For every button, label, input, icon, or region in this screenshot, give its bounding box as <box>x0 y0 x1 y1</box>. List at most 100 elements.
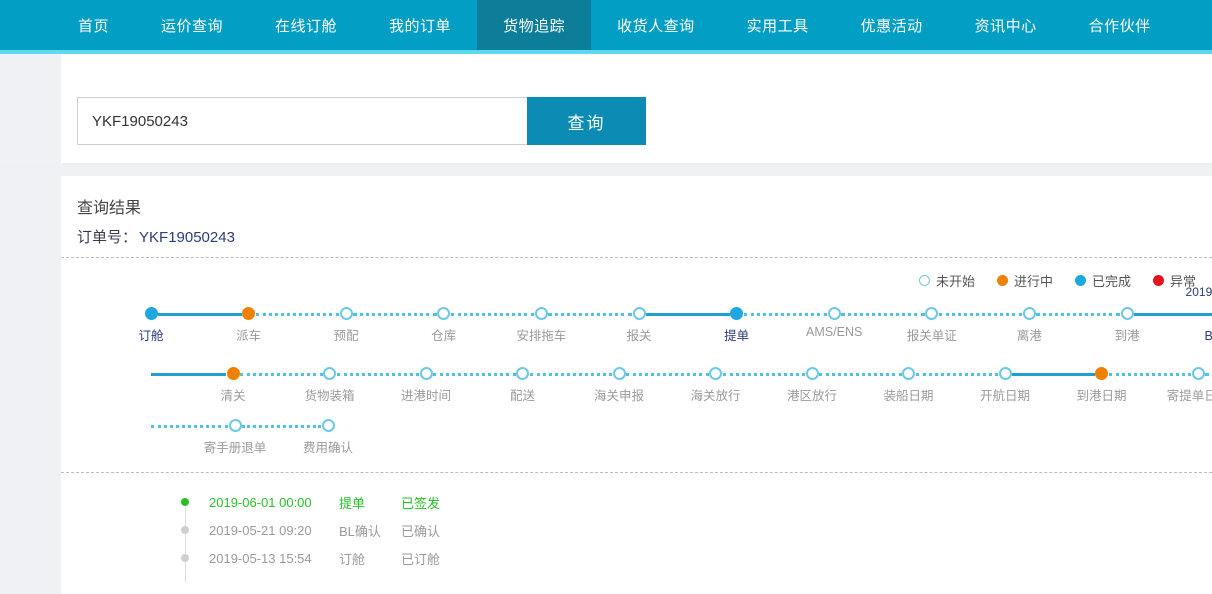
timeline-connector <box>841 313 925 316</box>
timeline-node-todo[interactable] <box>1191 367 1205 380</box>
event-status: 已确认 <box>401 523 441 539</box>
order-number-label: 订单号： <box>77 229 138 246</box>
timeline-node-todo[interactable] <box>228 419 242 432</box>
nav-item-label: 优惠活动 <box>860 17 923 35</box>
timeline-node-done[interactable] <box>144 307 158 320</box>
timeline-node-todo[interactable] <box>437 307 451 320</box>
legend-item-done: 已完成 <box>1074 271 1131 290</box>
event-stage: 订舱 <box>339 551 366 567</box>
timeline-node-date: 2019-05-21 09 <box>1185 285 1212 299</box>
timeline-connector <box>353 313 437 316</box>
nav-item-label: 收货人查询 <box>617 17 695 35</box>
timeline-connector-tail <box>1205 373 1212 376</box>
legend-dot-icon <box>996 275 1008 286</box>
timeline-connector <box>646 313 730 316</box>
timeline-node-label: 订舱 <box>138 329 164 343</box>
timeline-node-label: 离港 <box>1016 329 1042 343</box>
timeline-row-3: 寄手册退单 费用确认 <box>61 405 1212 457</box>
timeline-node-label: 提单 <box>724 329 750 343</box>
timeline-node-label: 到港 <box>1114 329 1140 343</box>
nav-item-label: 首页 <box>78 17 110 35</box>
timeline-connector <box>450 313 535 316</box>
timeline-node-todo[interactable] <box>632 307 646 320</box>
nav-item-3[interactable]: 我的订单 <box>363 0 477 50</box>
nav-item-1[interactable]: 运价查询 <box>135 0 249 50</box>
search-panel: 查询 <box>61 54 1212 163</box>
nav-item-0[interactable]: 首页 <box>52 0 135 50</box>
timeline-node-todo[interactable] <box>419 367 433 380</box>
order-number-line: 订单号： YKF19050243 <box>77 226 235 247</box>
timeline-node-label: 海关放行 <box>690 389 741 403</box>
event-status: 已签发 <box>401 495 441 511</box>
search-row: 查询 <box>77 97 646 145</box>
timeline-node-label: 港区放行 <box>786 389 838 403</box>
legend-dot-icon <box>1152 275 1164 286</box>
nav-item-7[interactable]: 优惠活动 <box>835 0 949 50</box>
nav-item-9[interactable]: 合作伙伴 <box>1063 0 1177 50</box>
timeline-row-1: 订舱 派车 预配 仓库 安排拖车 报关 提单 AMS/ENS 报关单证 离港 到港 BL确认 2019-… <box>61 285 1212 345</box>
timeline-node-done[interactable] <box>730 307 744 320</box>
event-row: 2019-05-13 15:54 订舱 已订舱 <box>181 544 441 582</box>
timeline-node-todo[interactable] <box>925 307 939 320</box>
timeline-node-progress[interactable] <box>226 367 240 380</box>
timeline-node-todo[interactable] <box>902 367 915 380</box>
timeline-node-label: 开航日期 <box>979 389 1031 403</box>
nav-item-4[interactable]: 货物追踪 <box>477 0 592 50</box>
timeline-node-label: 费用确认 <box>302 441 354 455</box>
timeline-node-todo[interactable] <box>805 367 819 380</box>
timeline-node-label: 寄手册退单 <box>203 441 267 455</box>
nav-item-2[interactable]: 在线订舱 <box>249 0 363 50</box>
timeline-node-todo[interactable] <box>709 367 722 380</box>
timeline-connector-head <box>151 425 228 428</box>
nav-item-label: 运价查询 <box>161 17 224 35</box>
timeline-node-progress[interactable] <box>242 307 256 320</box>
timeline-node-todo[interactable] <box>323 367 336 380</box>
timeline-node-todo[interactable] <box>827 307 841 320</box>
legend-label: 已完成 <box>1091 274 1131 289</box>
timeline-node-label: 到港日期 <box>1076 389 1127 403</box>
search-button[interactable]: 查询 <box>527 97 646 145</box>
event-time: 2019-05-13 15:54 <box>209 550 312 566</box>
event-status: 已订舱 <box>401 551 441 567</box>
results-panel: 查询结果 订单号： YKF19050243 未开始 进行中 已完成 异常 订舱 派车 预配仓… <box>61 176 1212 594</box>
tracking-number-input[interactable] <box>77 97 527 145</box>
nav-item-5[interactable]: 收货人查询 <box>591 0 721 50</box>
timeline-node-label: 装船日期 <box>883 389 934 403</box>
nav-item-label: 实用工具 <box>746 17 809 35</box>
timeline-node-todo[interactable] <box>1022 307 1036 320</box>
timeline-node-label: 货物装箱 <box>304 389 355 403</box>
timeline-connector <box>1134 313 1212 316</box>
event-stage: BL确认 <box>339 523 381 539</box>
timeline-connector <box>548 313 632 316</box>
timeline-node-todo[interactable] <box>1120 307 1134 320</box>
nav-item-label: 货物追踪 <box>503 17 566 35</box>
timeline-connector <box>938 313 1023 316</box>
timeline-node-todo[interactable] <box>612 367 626 380</box>
event-stem <box>184 562 186 582</box>
event-row: 2019-06-01 00:00 提单 已签发 <box>181 488 441 526</box>
event-bullet-icon <box>181 554 189 562</box>
event-stage: 提单 <box>339 495 366 511</box>
timeline-node-progress[interactable] <box>1095 367 1108 380</box>
event-bullet-icon <box>181 526 189 534</box>
event-time: 2019-05-21 09:20 <box>209 522 312 538</box>
status-legend: 未开始 进行中 已完成 异常 <box>918 271 1196 290</box>
timeline-connector <box>1108 373 1191 376</box>
timeline-node-todo[interactable] <box>516 367 529 380</box>
timeline-node-todo[interactable] <box>339 307 353 320</box>
timeline-connector <box>158 313 242 316</box>
timeline-node-label: 寄提单日期 <box>1166 389 1212 403</box>
timeline-connector <box>242 425 321 428</box>
timeline-node-todo[interactable] <box>534 307 548 320</box>
timeline-node-todo[interactable] <box>321 419 335 432</box>
timeline-node-label: 报关 <box>626 329 652 343</box>
timeline-node-label: 预配 <box>333 329 359 343</box>
timeline-node-todo[interactable] <box>998 367 1012 380</box>
nav-item-6[interactable]: 实用工具 <box>721 0 835 50</box>
nav-item-8[interactable]: 资讯中心 <box>949 0 1063 50</box>
timeline-node-label: 报关单证 <box>906 329 957 343</box>
timeline-connector <box>433 373 516 376</box>
nav-item-label: 资讯中心 <box>974 17 1037 35</box>
timeline-connector <box>819 373 902 376</box>
timeline-connector <box>915 373 998 376</box>
